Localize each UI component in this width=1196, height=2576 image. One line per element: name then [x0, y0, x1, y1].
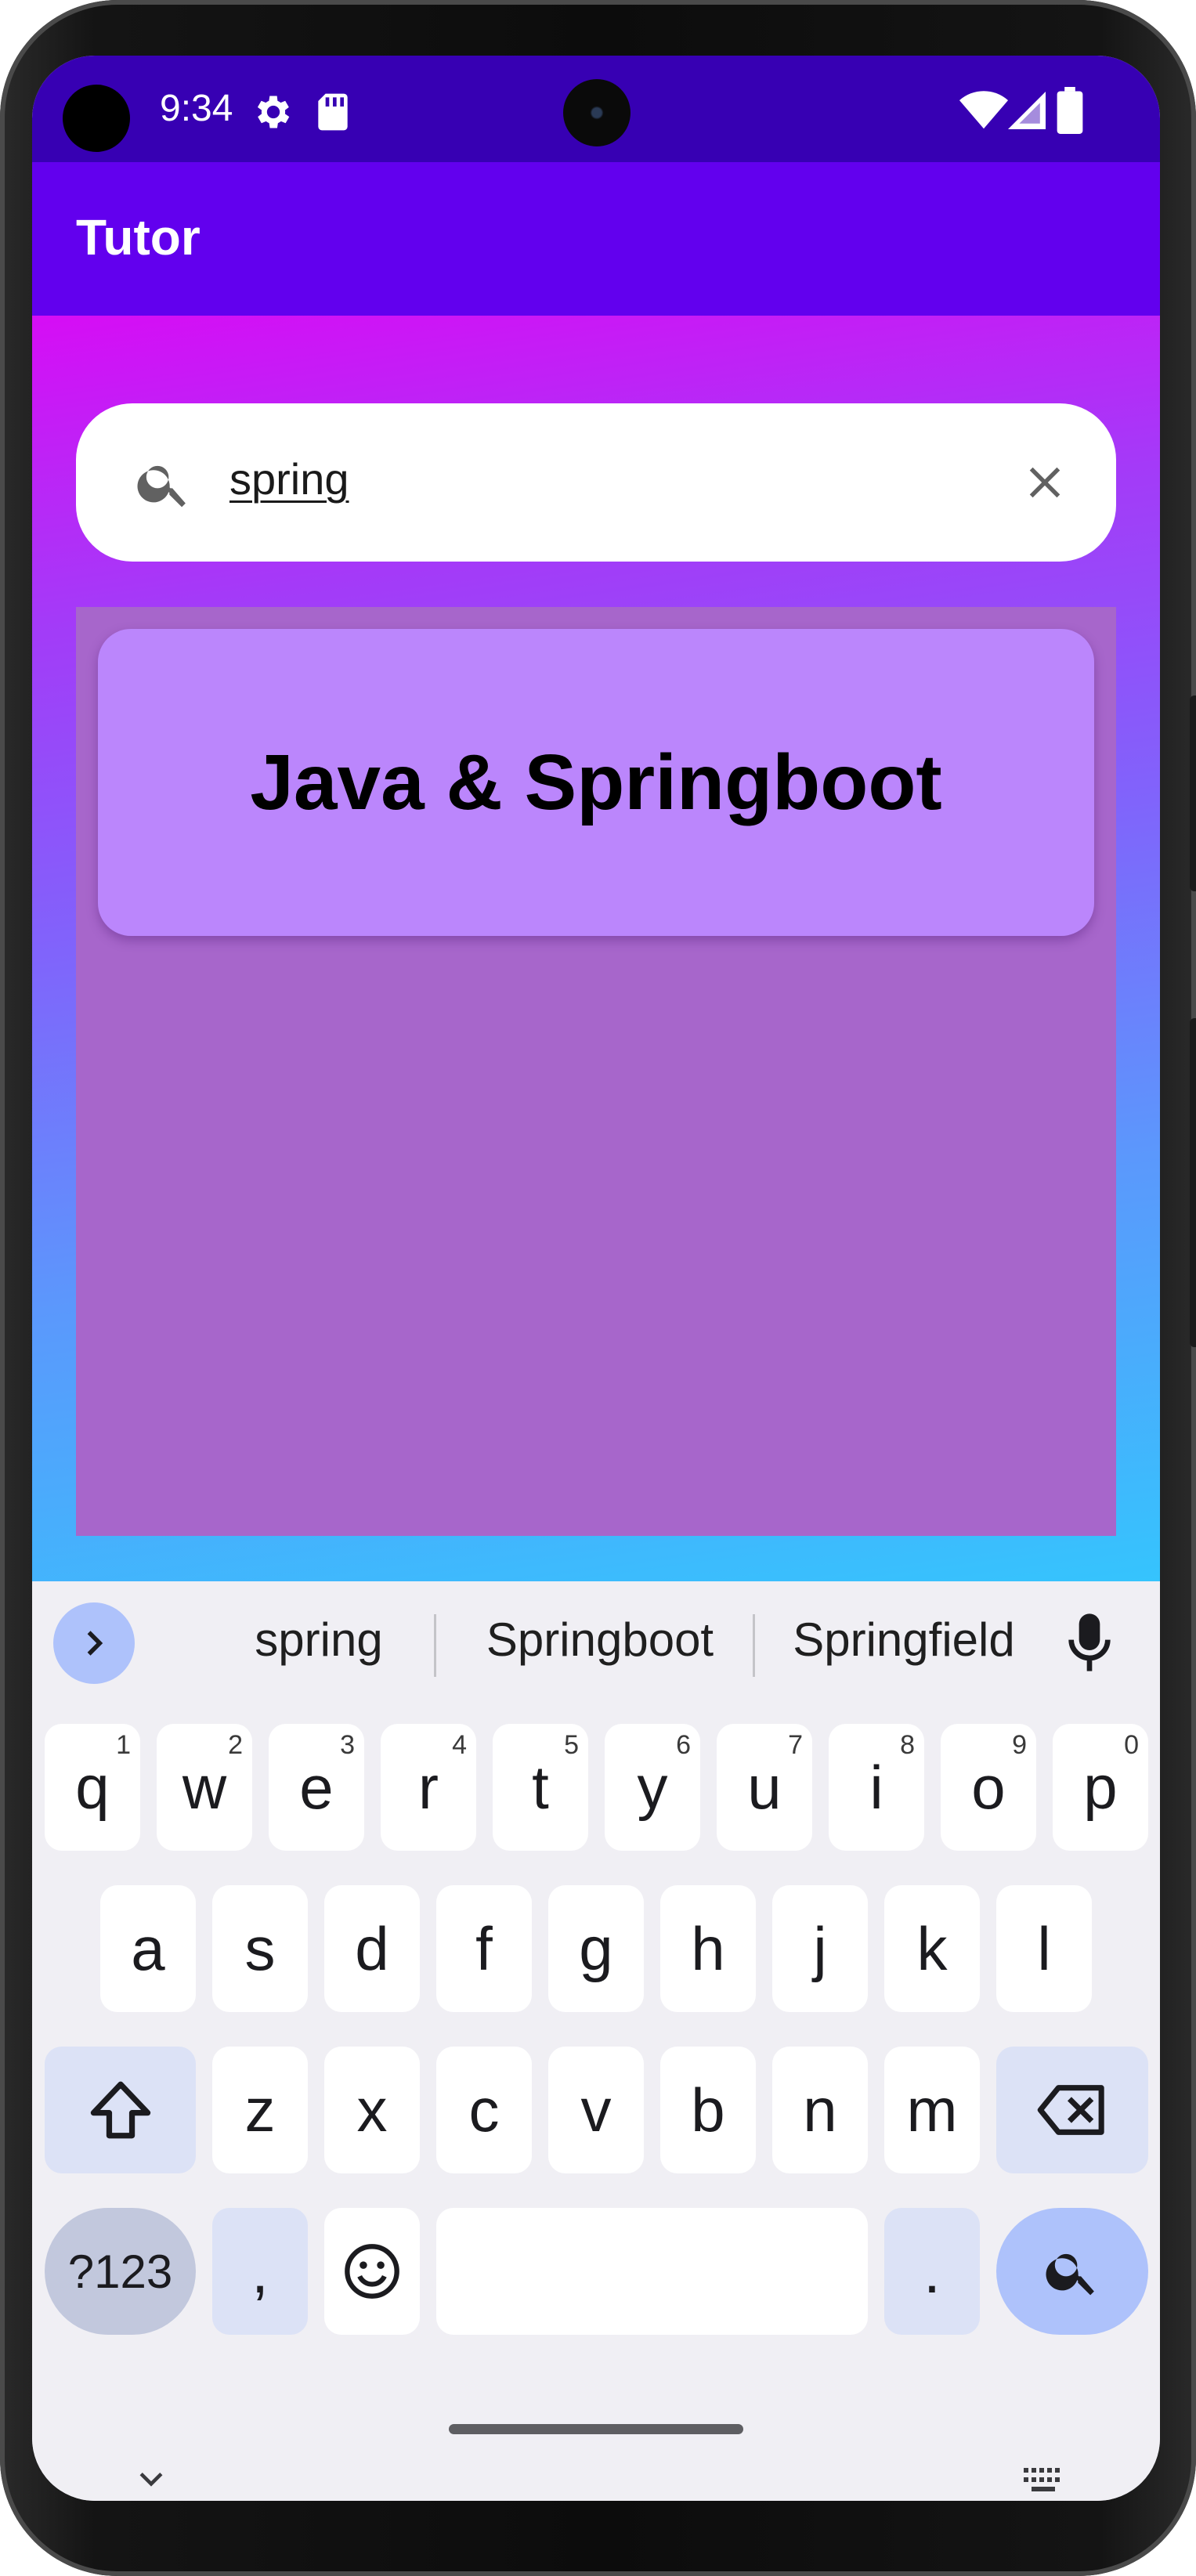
- keyboard-icon[interactable]: [1022, 2465, 1066, 2496]
- key-g[interactable]: g: [548, 1885, 644, 2012]
- suggestion-divider: [434, 1614, 436, 1677]
- key-i[interactable]: i8: [829, 1724, 924, 1851]
- search-bar[interactable]: spring: [76, 403, 1116, 562]
- key-f[interactable]: f: [436, 1885, 532, 2012]
- key-o[interactable]: o9: [941, 1724, 1036, 1851]
- status-bar: 9:34: [32, 56, 1160, 162]
- backspace-button[interactable]: [996, 2047, 1148, 2173]
- key-s[interactable]: s: [212, 1885, 308, 2012]
- emoji-icon: [345, 2244, 399, 2299]
- shift-button[interactable]: [45, 2047, 196, 2173]
- backspace-icon: [1037, 2085, 1104, 2135]
- signal-icon: [1008, 92, 1046, 129]
- key-r[interactable]: r4: [381, 1724, 476, 1851]
- key-b[interactable]: b: [660, 2047, 756, 2173]
- power-button: [1190, 695, 1196, 891]
- result-card[interactable]: Java & Springboot: [98, 629, 1094, 936]
- sd-card-icon: [318, 93, 348, 131]
- search-input[interactable]: spring: [229, 453, 349, 504]
- suggestion-2[interactable]: Springboot: [447, 1613, 753, 1667]
- suggestion-divider: [753, 1614, 755, 1677]
- phone-frame: 9:34 Tutor spring Java & Springboot spri…: [0, 0, 1196, 2576]
- chevron-right-icon: [87, 1631, 103, 1656]
- close-icon[interactable]: [1019, 457, 1071, 508]
- key-u[interactable]: u7: [717, 1724, 812, 1851]
- key-w[interactable]: w2: [157, 1724, 252, 1851]
- key-t[interactable]: t5: [493, 1724, 588, 1851]
- mic-icon[interactable]: [1066, 1611, 1113, 1674]
- content-area: spring Java & Springboot: [32, 316, 1160, 1581]
- key-j[interactable]: j: [772, 1885, 868, 2012]
- symbols-button[interactable]: ?123: [45, 2208, 196, 2335]
- keyboard: spring Springboot Springfield q1 w2 e3 r…: [32, 1581, 1160, 2501]
- battery-icon: [1057, 87, 1083, 134]
- comma-key[interactable]: ,: [212, 2208, 308, 2335]
- chevron-down-icon[interactable]: [134, 2462, 168, 2496]
- emoji-button[interactable]: [324, 2208, 420, 2335]
- suggestion-3[interactable]: Springfield: [759, 1613, 1049, 1667]
- results-list: Java & Springboot: [76, 607, 1116, 1536]
- front-camera: [563, 79, 631, 146]
- key-d[interactable]: d: [324, 1885, 420, 2012]
- space-bar[interactable]: [436, 2208, 868, 2335]
- key-k[interactable]: k: [884, 1885, 980, 2012]
- key-m[interactable]: m: [884, 2047, 980, 2173]
- result-title: Java & Springboot: [250, 738, 942, 826]
- key-c[interactable]: c: [436, 2047, 532, 2173]
- search-icon: [1046, 2253, 1094, 2296]
- period-key[interactable]: .: [884, 2208, 980, 2335]
- key-e[interactable]: e3: [269, 1724, 364, 1851]
- status-time: 9:34: [160, 88, 233, 129]
- app-title: Tutor: [76, 209, 201, 266]
- search-action-button[interactable]: [996, 2208, 1148, 2335]
- notification-dot: [63, 85, 130, 152]
- key-p[interactable]: p0: [1053, 1724, 1148, 1851]
- key-l[interactable]: l: [996, 1885, 1092, 2012]
- key-z[interactable]: z: [212, 2047, 308, 2173]
- screen: 9:34 Tutor spring Java & Springboot spri…: [32, 56, 1160, 2501]
- app-bar: Tutor: [32, 162, 1160, 316]
- suggestions-toggle-button[interactable]: [53, 1602, 135, 1684]
- key-y[interactable]: y6: [605, 1724, 700, 1851]
- wifi-icon: [959, 91, 1008, 129]
- settings-icon: [257, 96, 290, 128]
- key-n[interactable]: n: [772, 2047, 868, 2173]
- home-indicator[interactable]: [449, 2424, 743, 2434]
- key-x[interactable]: x: [324, 2047, 420, 2173]
- key-v[interactable]: v: [548, 2047, 644, 2173]
- key-h[interactable]: h: [660, 1885, 756, 2012]
- suggestion-1[interactable]: spring: [217, 1613, 421, 1667]
- shift-icon: [90, 2081, 150, 2139]
- key-q[interactable]: q1: [45, 1724, 140, 1851]
- key-a[interactable]: a: [100, 1885, 196, 2012]
- search-icon: [137, 465, 186, 508]
- volume-button: [1190, 1018, 1196, 1347]
